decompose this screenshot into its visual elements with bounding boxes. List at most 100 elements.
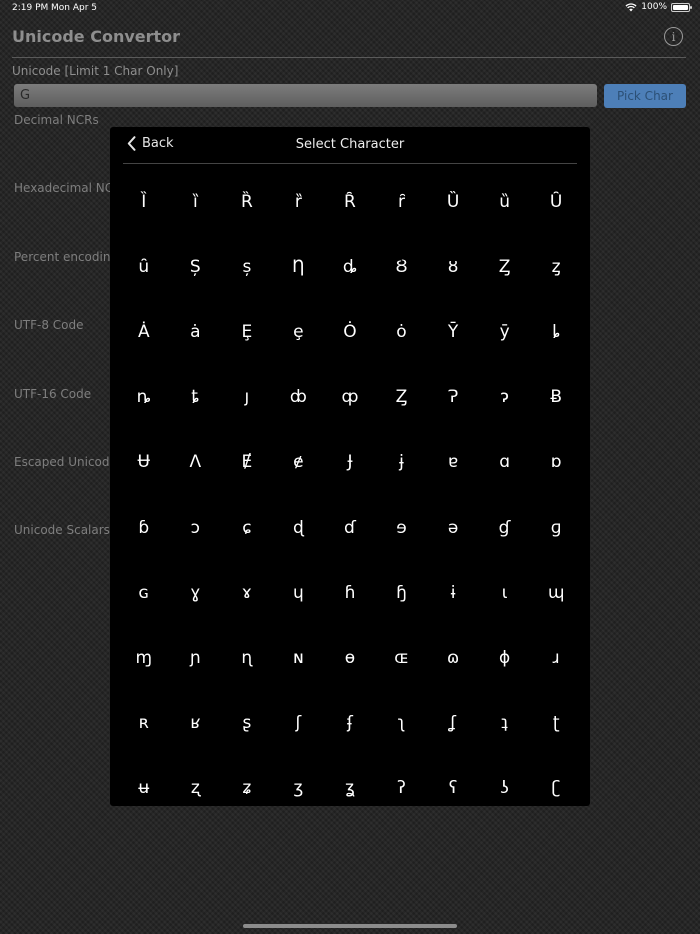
character-cell[interactable]: Ɇ <box>221 430 273 495</box>
character-cell[interactable]: ʔ <box>376 756 428 806</box>
character-cell[interactable]: ȡ <box>324 234 376 299</box>
wifi-icon <box>625 2 637 11</box>
character-cell[interactable]: ȑ <box>273 169 325 234</box>
character-cell[interactable]: ȴ <box>530 299 582 364</box>
character-cell[interactable]: ʂ <box>221 691 273 756</box>
character-cell[interactable]: ɰ <box>530 560 582 625</box>
character-cell[interactable]: Ȳ <box>427 299 479 364</box>
character-cell[interactable]: Ɂ <box>427 365 479 430</box>
character-cell[interactable]: ɒ <box>530 430 582 495</box>
character-cell[interactable]: ȧ <box>170 299 222 364</box>
character-cell[interactable]: ʇ <box>479 691 531 756</box>
character-cell[interactable]: ȩ <box>273 299 325 364</box>
character-cell[interactable]: ȓ <box>376 169 428 234</box>
home-indicator[interactable] <box>243 924 457 928</box>
character-cell[interactable]: Ƀ <box>530 365 582 430</box>
character-cell[interactable]: ɢ <box>118 560 170 625</box>
character-cell[interactable]: ʗ <box>530 756 582 806</box>
character-cell[interactable]: ɓ <box>118 495 170 560</box>
character-cell[interactable]: ʖ <box>479 756 531 806</box>
character-cell[interactable]: ȶ <box>170 365 222 430</box>
character-cell[interactable]: ɑ <box>479 430 531 495</box>
character-cell[interactable]: Ȓ <box>324 169 376 234</box>
character-cell[interactable]: ȥ <box>530 234 582 299</box>
character-cell[interactable]: ȹ <box>324 365 376 430</box>
character-cell[interactable]: ʅ <box>376 691 428 756</box>
character-cell[interactable]: Ȩ <box>221 299 273 364</box>
character-cell[interactable]: ʒ <box>273 756 325 806</box>
character-cell[interactable]: Ȥ <box>479 234 531 299</box>
hexadecimal-ncr-label: Hexadecimal NCR <box>14 181 122 195</box>
character-cell[interactable]: ȷ <box>221 365 273 430</box>
character-cell[interactable]: ɶ <box>376 625 428 690</box>
character-cell[interactable]: ɕ <box>221 495 273 560</box>
character-cell[interactable]: ɐ <box>427 430 479 495</box>
character-cell[interactable]: ɴ <box>273 625 325 690</box>
character-cell[interactable]: ɂ <box>479 365 531 430</box>
character-cell[interactable]: Ȯ <box>324 299 376 364</box>
character-cell[interactable]: ɩ <box>479 560 531 625</box>
character-cell[interactable]: Ȉ <box>118 169 170 234</box>
character-cell[interactable]: ȸ <box>273 365 325 430</box>
character-grid: ȈȉȐȑȒȓȔȕȖȗȘșȠȡȢȣȤȥȦȧȨȩȮȯȲȳȴȵȶȷȸȹȤɁɂɃɄɅɆɇ… <box>118 169 582 806</box>
character-cell[interactable]: ɥ <box>273 560 325 625</box>
character-cell[interactable]: ʑ <box>221 756 273 806</box>
character-cell[interactable]: ɸ <box>479 625 531 690</box>
character-cell[interactable]: ɣ <box>170 560 222 625</box>
character-cell[interactable]: Ȥ <box>376 365 428 430</box>
character-cell[interactable]: Ȗ <box>530 169 582 234</box>
character-cell[interactable]: ʃ <box>273 691 325 756</box>
character-cell[interactable]: ɘ <box>376 495 428 560</box>
character-cell[interactable]: ɠ <box>479 495 531 560</box>
character-cell[interactable]: ȯ <box>376 299 428 364</box>
header-divider <box>12 57 686 58</box>
character-cell[interactable]: ȕ <box>479 169 531 234</box>
character-cell[interactable]: Ʉ <box>118 430 170 495</box>
character-cell[interactable]: ɉ <box>376 430 428 495</box>
character-cell[interactable]: ɨ <box>427 560 479 625</box>
character-cell[interactable]: ɔ <box>170 495 222 560</box>
character-cell[interactable]: ʕ <box>427 756 479 806</box>
info-icon[interactable]: i <box>664 27 683 46</box>
character-cell[interactable]: Ȧ <box>118 299 170 364</box>
character-cell[interactable]: ɧ <box>376 560 428 625</box>
character-cell[interactable]: ʉ <box>118 756 170 806</box>
character-cell[interactable]: ɹ <box>530 625 582 690</box>
character-cell[interactable]: Ȣ <box>376 234 428 299</box>
character-cell[interactable]: ʄ <box>324 691 376 756</box>
character-cell[interactable]: ʓ <box>324 756 376 806</box>
unicode-input[interactable] <box>14 84 597 107</box>
character-cell[interactable]: ɗ <box>324 495 376 560</box>
character-cell[interactable]: ȳ <box>479 299 531 364</box>
character-cell[interactable]: ʈ <box>530 691 582 756</box>
character-cell[interactable]: ȣ <box>427 234 479 299</box>
character-cell[interactable]: ȵ <box>118 365 170 430</box>
character-cell[interactable]: Ș <box>170 234 222 299</box>
character-cell[interactable]: ʀ <box>118 691 170 756</box>
character-cell[interactable]: ɤ <box>221 560 273 625</box>
character-cell[interactable]: ə <box>427 495 479 560</box>
character-cell[interactable]: ɡ <box>530 495 582 560</box>
character-cell[interactable]: Ȕ <box>427 169 479 234</box>
character-cell[interactable]: ȗ <box>118 234 170 299</box>
character-cell[interactable]: ʁ <box>170 691 222 756</box>
character-cell[interactable]: ɵ <box>324 625 376 690</box>
character-cell[interactable]: ɖ <box>273 495 325 560</box>
character-cell[interactable]: Ɉ <box>324 430 376 495</box>
pick-char-button[interactable]: Pick Char <box>604 84 686 108</box>
app-title: Unicode Convertor <box>12 27 181 46</box>
character-cell[interactable]: Ȑ <box>221 169 273 234</box>
character-cell[interactable]: Ƞ <box>273 234 325 299</box>
character-cell[interactable]: ɳ <box>221 625 273 690</box>
character-cell[interactable]: ș <box>221 234 273 299</box>
character-cell[interactable]: ɷ <box>427 625 479 690</box>
character-cell[interactable]: ȉ <box>170 169 222 234</box>
character-cell[interactable]: ʆ <box>427 691 479 756</box>
escaped-unicode-label: Escaped Unicode <box>14 455 117 469</box>
character-cell[interactable]: ʐ <box>170 756 222 806</box>
character-cell[interactable]: ɱ <box>118 625 170 690</box>
character-cell[interactable]: Ʌ <box>170 430 222 495</box>
character-cell[interactable]: ɦ <box>324 560 376 625</box>
character-cell[interactable]: ɇ <box>273 430 325 495</box>
character-cell[interactable]: ɲ <box>170 625 222 690</box>
